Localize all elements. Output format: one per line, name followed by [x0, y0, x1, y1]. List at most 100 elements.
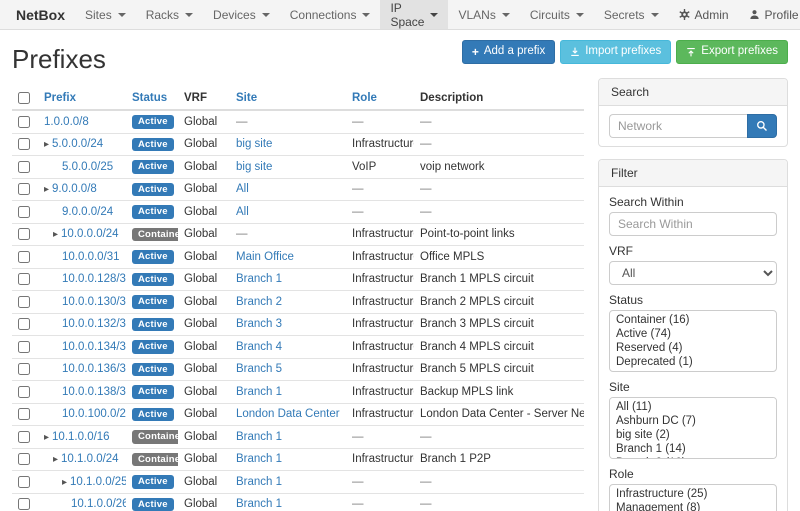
nav-item-secrets[interactable]: Secrets — [594, 0, 669, 29]
status-badge: Active — [132, 205, 174, 219]
import-prefixes-button[interactable]: Import prefixes — [560, 40, 671, 64]
prefix-link[interactable]: 10.1.0.0/25 — [70, 476, 126, 488]
row-checkbox[interactable] — [18, 206, 30, 218]
row-checkbox[interactable] — [18, 161, 30, 173]
add-prefix-button[interactable]: + Add a prefix — [462, 40, 555, 64]
admin-link[interactable]: Admin — [669, 0, 739, 29]
row-checkbox[interactable] — [18, 408, 30, 420]
expand-caret-icon[interactable]: ▸ — [62, 477, 67, 488]
column-header-site[interactable]: Site — [236, 92, 257, 104]
profile-link[interactable]: Profile — [739, 0, 800, 29]
expand-caret-icon[interactable]: ▸ — [53, 229, 58, 240]
site-link[interactable]: Branch 1 — [236, 431, 282, 443]
site-link[interactable]: Branch 2 — [236, 296, 282, 308]
site-link[interactable]: All — [236, 206, 249, 218]
export-prefixes-button[interactable]: Export prefixes — [676, 40, 788, 64]
nav-item-ip-space[interactable]: IP Space — [380, 0, 448, 29]
prefix-link[interactable]: 10.0.0.0/24 — [61, 228, 119, 240]
site-link[interactable]: Branch 4 — [236, 341, 282, 353]
prefix-link[interactable]: 1.0.0.0/8 — [44, 116, 89, 128]
expand-caret-icon[interactable]: ▸ — [44, 184, 49, 195]
column-header-role[interactable]: Role — [352, 92, 377, 104]
vrf-select[interactable]: All — [609, 261, 777, 285]
prefix-link[interactable]: 10.0.0.128/31 — [62, 273, 126, 285]
row-checkbox[interactable] — [18, 498, 30, 510]
site-link[interactable]: big site — [236, 161, 272, 173]
description-value: Office MPLS — [420, 251, 484, 263]
app-logo[interactable]: NetBox — [6, 0, 75, 29]
site-multiselect[interactable]: All (11)Ashburn DC (7)big site (2)Branch… — [609, 397, 777, 459]
row-checkbox[interactable] — [18, 318, 30, 330]
site-link[interactable]: Branch 1 — [236, 273, 282, 285]
prefix-link[interactable]: 10.1.0.0/26 — [71, 498, 126, 510]
prefix-link[interactable]: 10.1.0.0/24 — [61, 453, 119, 465]
prefix-link[interactable]: 10.1.0.0/16 — [52, 431, 110, 443]
site-link[interactable]: London Data Center — [236, 408, 340, 420]
nav-item-sites[interactable]: Sites — [75, 0, 136, 29]
nav-item-vlans[interactable]: VLANs — [448, 0, 519, 29]
row-checkbox[interactable] — [18, 476, 30, 488]
nav-item-circuits[interactable]: Circuits — [520, 0, 594, 29]
site-link[interactable]: Branch 3 — [236, 318, 282, 330]
row-checkbox[interactable] — [18, 296, 30, 308]
prefix-link[interactable]: 5.0.0.0/24 — [52, 138, 103, 150]
expand-caret-icon[interactable]: ▸ — [53, 454, 58, 465]
nav-item-devices[interactable]: Devices — [203, 0, 280, 29]
role-label: Role — [609, 467, 777, 481]
row-checkbox[interactable] — [18, 138, 30, 150]
nav-item-connections[interactable]: Connections — [280, 0, 381, 29]
search-within-input[interactable] — [609, 212, 777, 236]
site-link[interactable]: big site — [236, 138, 272, 150]
row-checkbox[interactable] — [18, 363, 30, 375]
prefix-link[interactable]: 10.0.0.136/31 — [62, 363, 126, 375]
nav-item-racks[interactable]: Racks — [136, 0, 203, 29]
chevron-down-icon — [362, 13, 370, 17]
role-multiselect[interactable]: Infrastructure (25)Management (8)Private… — [609, 484, 777, 511]
empty-value: — — [420, 206, 432, 218]
row-checkbox[interactable] — [18, 453, 30, 465]
row-checkbox[interactable] — [18, 183, 30, 195]
row-checkbox[interactable] — [18, 341, 30, 353]
site-link[interactable]: Branch 1 — [236, 476, 282, 488]
vrf-value: Global — [178, 246, 230, 269]
column-header-prefix[interactable]: Prefix — [44, 92, 76, 104]
site-link[interactable]: Branch 5 — [236, 363, 282, 375]
prefix-link[interactable]: 9.0.0.0/8 — [52, 183, 97, 195]
row-checkbox[interactable] — [18, 116, 30, 128]
site-link[interactable]: Branch 1 — [236, 498, 282, 510]
prefix-link[interactable]: 5.0.0.0/25 — [62, 161, 113, 173]
empty-value: — — [420, 183, 432, 195]
role-value: Infrastructure — [352, 386, 414, 398]
site-link[interactable]: Main Office — [236, 251, 294, 263]
column-header-status[interactable]: Status — [132, 92, 167, 104]
prefix-link[interactable]: 10.0.0.132/31 — [62, 318, 126, 330]
vrf-value: Global — [178, 156, 230, 179]
prefix-link[interactable]: 10.0.0.0/31 — [62, 251, 120, 263]
expand-caret-icon[interactable]: ▸ — [44, 139, 49, 150]
role-value: Infrastructure — [352, 363, 414, 375]
row-checkbox[interactable] — [18, 386, 30, 398]
description-value: Point-to-point links — [420, 228, 515, 240]
empty-value: — — [352, 431, 364, 443]
row-checkbox[interactable] — [18, 228, 30, 240]
empty-value: — — [352, 206, 364, 218]
prefix-link[interactable]: 9.0.0.0/24 — [62, 206, 113, 218]
site-link[interactable]: All — [236, 183, 249, 195]
expand-caret-icon[interactable]: ▸ — [44, 432, 49, 443]
search-button[interactable] — [747, 114, 777, 138]
prefix-link[interactable]: 10.0.0.130/31 — [62, 296, 126, 308]
table-row: ▸10.1.0.0/25ActiveGlobalBranch 1—— — [12, 471, 584, 494]
empty-value: — — [420, 498, 432, 510]
row-checkbox[interactable] — [18, 431, 30, 443]
search-input[interactable] — [609, 114, 747, 138]
prefix-link[interactable]: 10.0.0.138/31 — [62, 386, 126, 398]
prefix-link[interactable]: 10.0.100.0/24 — [62, 408, 126, 420]
status-multiselect[interactable]: Container (16)Active (74)Reserved (4)Dep… — [609, 310, 777, 372]
prefix-link[interactable]: 10.0.0.134/31 — [62, 341, 126, 353]
site-link[interactable]: Branch 1 — [236, 453, 282, 465]
row-checkbox[interactable] — [18, 251, 30, 263]
select-all-checkbox[interactable] — [18, 92, 30, 104]
site-link[interactable]: Branch 1 — [236, 386, 282, 398]
chevron-down-icon — [651, 13, 659, 17]
row-checkbox[interactable] — [18, 273, 30, 285]
